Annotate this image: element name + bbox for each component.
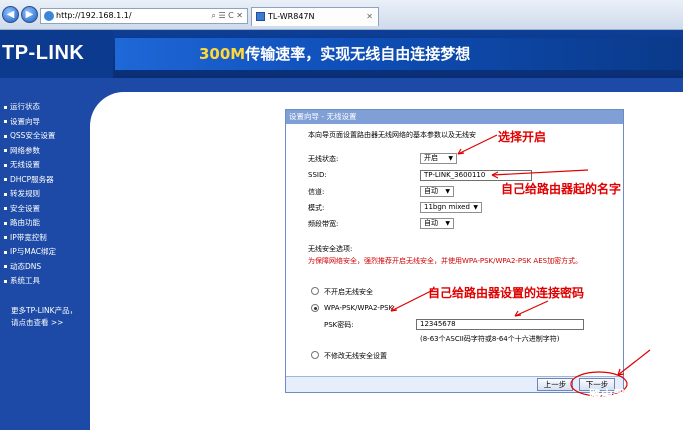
sidebar-menu: 运行状态 设置向导 QSS安全设置 网络参数 无线设置 DHCP服务器 转发规则…: [4, 100, 89, 289]
bullet-icon: [4, 250, 7, 254]
chevron-down-icon: ▼: [473, 204, 478, 211]
dialog-title: 设置向导 - 无线设置: [286, 110, 623, 124]
bullet-icon: [4, 149, 7, 152]
slogan-accent: 300M: [199, 45, 246, 63]
bandwidth-select[interactable]: 自动 ▼: [420, 218, 454, 229]
logo-area: TP-LINK: [0, 30, 113, 78]
tab-favicon-icon: [256, 12, 265, 21]
wireless-status-select[interactable]: 开启 ▼: [420, 153, 457, 164]
bullet-icon: [4, 192, 7, 196]
tp-link-logo: TP-LINK: [2, 42, 85, 64]
browser-toolbar: ◀ ▶ http://192.168.1.1/ ⌕ ☰ C ✕ TL-WR847…: [0, 0, 683, 30]
bullet-icon: [4, 221, 7, 225]
more-products-line2: 请点击查看 >>: [11, 318, 64, 327]
annotation-password: 自己给路由器设置的连接密码: [428, 286, 585, 300]
watermark-url: luyouqi520.com: [589, 404, 662, 414]
dialog-intro: 本向导页面设置路由器无线网络的基本参数以及无线安: [308, 131, 476, 139]
channel-select[interactable]: 自动 ▼: [420, 186, 454, 197]
radio-no-security-label: 不开启无线安全: [324, 288, 373, 296]
sidebar-item-qss[interactable]: QSS安全设置: [4, 129, 89, 144]
sidebar-item-wizard[interactable]: 设置向导: [4, 115, 89, 130]
bullet-icon: [4, 120, 7, 123]
sidebar-item-wireless[interactable]: 无线设置: [4, 158, 89, 173]
address-bar[interactable]: http://192.168.1.1/ ⌕ ☰ C ✕: [40, 8, 248, 24]
bullet-icon: [4, 105, 7, 109]
bullet-icon: [4, 207, 7, 210]
address-tools-icons[interactable]: ⌕ ☰ C ✕: [211, 9, 243, 23]
radio-wpa-psk-label: WPA-PSK/WPA2-PSK: [324, 304, 394, 312]
more-products-link[interactable]: 更多TP-LINK产品， 请点击查看 >>: [11, 305, 77, 329]
psk-hint: (8-63个ASCII码字符或8-64个十六进制字符): [420, 335, 560, 343]
ie-page-icon: [44, 11, 54, 21]
annotation-enable: 选择开启: [498, 130, 547, 144]
radio-keep-security-label: 不修改无线安全设置: [324, 352, 387, 360]
radio-keep-security[interactable]: [311, 351, 319, 359]
radio-wpa-psk[interactable]: [311, 304, 319, 312]
sidebar-item-ddns[interactable]: 动态DNS: [4, 260, 89, 275]
watermark: 路由器之家 luyouqi520.com: [589, 388, 661, 416]
sidebar-item-routing[interactable]: 路由功能: [4, 216, 89, 231]
mode-select[interactable]: 11bgn mixed ▼: [420, 202, 482, 213]
back-arrow-icon: ◀: [6, 9, 15, 20]
bullet-icon: [4, 163, 7, 167]
tab-close-icon[interactable]: ✕: [366, 8, 373, 25]
address-text: http://192.168.1.1/: [56, 11, 132, 20]
radio-no-security[interactable]: [311, 287, 319, 295]
sidebar-item-forwarding[interactable]: 转发规则: [4, 187, 89, 202]
wizard-dialog: 设置向导 - 无线设置 本向导页面设置路由器无线网络的基本参数以及无线安 无线状…: [285, 109, 624, 393]
sidebar-item-bandwidth[interactable]: IP带宽控制: [4, 231, 89, 246]
forward-button[interactable]: ▶: [21, 6, 38, 23]
slogan-text: 传输速率，实现无线自由连接梦想: [245, 45, 471, 63]
wireless-status-label: 无线状态:: [308, 155, 339, 163]
bullet-icon: [4, 236, 7, 239]
bandwidth-label: 频段带宽:: [308, 220, 339, 228]
sidebar-item-security[interactable]: 安全设置: [4, 202, 89, 217]
security-warning: 为保障网络安全，强烈推荐开启无线安全，并使用WPA-PSK/WPA2-PSK A…: [308, 257, 583, 265]
chevron-down-icon: ▼: [445, 188, 450, 195]
psk-password-input[interactable]: 12345678: [416, 319, 584, 330]
bullet-icon: [4, 279, 7, 283]
slogan-bar: 300M传输速率，实现无线自由连接梦想: [115, 38, 683, 70]
sidebar-item-ip-mac[interactable]: IP与MAC绑定: [4, 245, 89, 260]
forward-arrow-icon: ▶: [25, 9, 34, 20]
bullet-icon: [4, 265, 7, 268]
channel-label: 信道:: [308, 188, 325, 196]
sidebar-item-dhcp[interactable]: DHCP服务器: [4, 173, 89, 188]
sidebar-item-status[interactable]: 运行状态: [4, 100, 89, 115]
dialog-footer: 上一步 下一步: [286, 376, 623, 392]
bullet-icon: [4, 178, 7, 181]
chevron-down-icon: ▼: [448, 155, 453, 162]
slogan: 300M传输速率，实现无线自由连接梦想: [199, 43, 470, 64]
mode-label: 模式:: [308, 204, 325, 212]
browser-tab[interactable]: TL-WR847N ✕: [251, 7, 379, 26]
bullet-icon: [4, 134, 7, 138]
watermark-name: 路由器之家: [589, 388, 650, 402]
router-banner: TP-LINK 300M传输速率，实现无线自由连接梦想: [0, 30, 683, 78]
security-heading: 无线安全选项:: [308, 245, 353, 253]
ssid-label: SSID:: [308, 171, 327, 179]
sidebar-item-system-tools[interactable]: 系统工具: [4, 274, 89, 289]
prev-button[interactable]: 上一步: [537, 378, 573, 391]
dialog-body: 本向导页面设置路由器无线网络的基本参数以及无线安 无线状态: 开启 ▼ SSID:…: [286, 124, 623, 377]
back-button[interactable]: ◀: [2, 6, 19, 23]
psk-password-label: PSK密码:: [324, 321, 354, 329]
annotation-router-name: 自己给路由器起的名字: [501, 182, 622, 196]
more-products-line1: 更多TP-LINK产品，: [11, 306, 78, 315]
tab-title: TL-WR847N: [268, 12, 315, 21]
sidebar-item-network[interactable]: 网络参数: [4, 144, 89, 159]
chevron-down-icon: ▼: [445, 220, 450, 227]
